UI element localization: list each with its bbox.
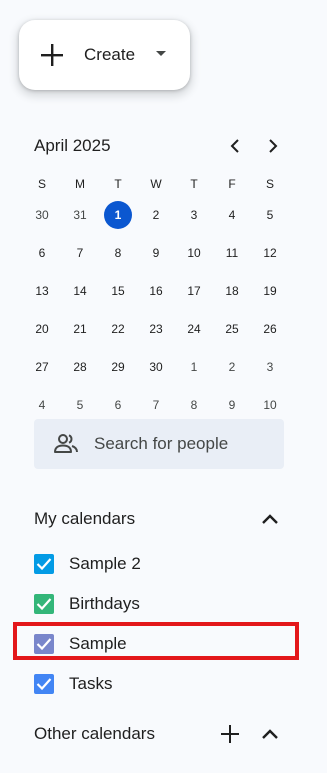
plus-icon <box>221 725 239 743</box>
chevron-right-icon <box>269 139 278 153</box>
day-cell[interactable]: 1 <box>175 348 213 386</box>
weekday-header: S <box>265 177 274 191</box>
add-other-calendar-button[interactable] <box>218 722 242 746</box>
day-cell[interactable]: 17 <box>175 272 213 310</box>
day-cell[interactable]: 6 <box>23 234 61 272</box>
day-cell[interactable]: 29 <box>99 348 137 386</box>
checkbox[interactable] <box>34 554 54 574</box>
search-people-placeholder: Search for people <box>94 434 229 453</box>
search-people-input[interactable]: Search for people <box>34 419 284 469</box>
calendar-item-sample-2[interactable]: Sample 2 <box>34 552 284 576</box>
calendar-item-birthdays[interactable]: Birthdays <box>34 592 284 616</box>
weekday-header: M <box>75 177 85 191</box>
day-cell[interactable]: 12 <box>251 234 289 272</box>
day-cell[interactable]: 18 <box>213 272 251 310</box>
next-month-button[interactable] <box>261 134 285 158</box>
calendar-item-label: Sample <box>69 634 127 653</box>
month-title: April 2025 <box>34 136 111 155</box>
day-cell[interactable]: 24 <box>175 310 213 348</box>
day-cell[interactable]: 23 <box>137 310 175 348</box>
check-icon <box>36 598 52 611</box>
day-cell[interactable]: 20 <box>23 310 61 348</box>
day-cell[interactable]: 7 <box>61 234 99 272</box>
day-cell[interactable]: 28 <box>61 348 99 386</box>
day-cell[interactable]: 14 <box>61 272 99 310</box>
calendar-item-label: Tasks <box>69 674 113 693</box>
weekday-header: W <box>150 177 162 191</box>
day-cell[interactable]: 27 <box>23 348 61 386</box>
check-icon <box>36 558 52 571</box>
week-row: 30 31 1 2 3 4 5 <box>23 196 289 234</box>
day-cell[interactable]: 3 <box>251 348 289 386</box>
checkbox[interactable] <box>34 634 54 654</box>
caret-down-icon[interactable] <box>156 51 166 57</box>
day-cell[interactable]: 16 <box>137 272 175 310</box>
check-icon <box>36 678 52 691</box>
day-cell[interactable]: 5 <box>251 196 289 234</box>
day-cell[interactable]: 11 <box>213 234 251 272</box>
previous-month-button[interactable] <box>223 134 247 158</box>
day-cell[interactable]: 3 <box>175 196 213 234</box>
plus-icon <box>41 44 63 66</box>
weekday-header: F <box>228 177 236 191</box>
weekday-header: T <box>114 177 122 191</box>
chevron-up-icon <box>262 514 278 524</box>
week-row: 6 7 8 9 10 11 12 <box>23 234 289 272</box>
day-cell[interactable]: 31 <box>61 196 99 234</box>
weekday-header: S <box>37 177 46 191</box>
week-row: 13 14 15 16 17 18 19 <box>23 272 289 310</box>
week-row: 20 21 22 23 24 25 26 <box>23 310 289 348</box>
day-cell[interactable]: 10 <box>175 234 213 272</box>
my-calendars-title[interactable]: My calendars <box>34 508 135 530</box>
create-button[interactable]: Create <box>19 20 190 90</box>
day-cell[interactable]: 30 <box>23 196 61 234</box>
day-cell-today[interactable]: 1 <box>99 196 137 234</box>
checkbox[interactable] <box>34 674 54 694</box>
day-cell[interactable]: 30 <box>137 348 175 386</box>
chevron-left-icon <box>230 139 239 153</box>
calendar-item-label: Sample 2 <box>69 554 141 573</box>
day-cell[interactable]: 21 <box>61 310 99 348</box>
day-cell[interactable]: 2 <box>213 348 251 386</box>
day-cell[interactable]: 26 <box>251 310 289 348</box>
other-calendars-collapse-button[interactable] <box>258 722 282 746</box>
day-cell[interactable]: 2 <box>137 196 175 234</box>
checkbox[interactable] <box>34 594 54 614</box>
check-icon <box>36 638 52 651</box>
calendar-item-sample[interactable]: Sample <box>34 632 284 656</box>
day-cell[interactable]: 25 <box>213 310 251 348</box>
people-icon <box>54 434 78 453</box>
chevron-up-icon <box>262 729 278 739</box>
day-cell[interactable]: 22 <box>99 310 137 348</box>
day-cell[interactable]: 8 <box>99 234 137 272</box>
mini-calendar: S M T W T F S 30 31 1 2 3 4 5 6 7 8 9 10… <box>23 172 289 424</box>
week-row: 27 28 29 30 1 2 3 <box>23 348 289 386</box>
create-button-label: Create <box>84 45 136 64</box>
other-calendars-title[interactable]: Other calendars <box>34 723 155 745</box>
day-cell[interactable]: 9 <box>137 234 175 272</box>
day-cell[interactable]: 13 <box>23 272 61 310</box>
day-cell[interactable]: 15 <box>99 272 137 310</box>
calendar-item-label: Birthdays <box>69 594 140 613</box>
weekday-header-row: S M T W T F S <box>23 172 289 196</box>
day-cell[interactable]: 4 <box>213 196 251 234</box>
my-calendars-collapse-button[interactable] <box>258 507 282 531</box>
calendar-item-tasks[interactable]: Tasks <box>34 672 284 696</box>
day-cell[interactable]: 19 <box>251 272 289 310</box>
weekday-header: T <box>190 177 198 191</box>
